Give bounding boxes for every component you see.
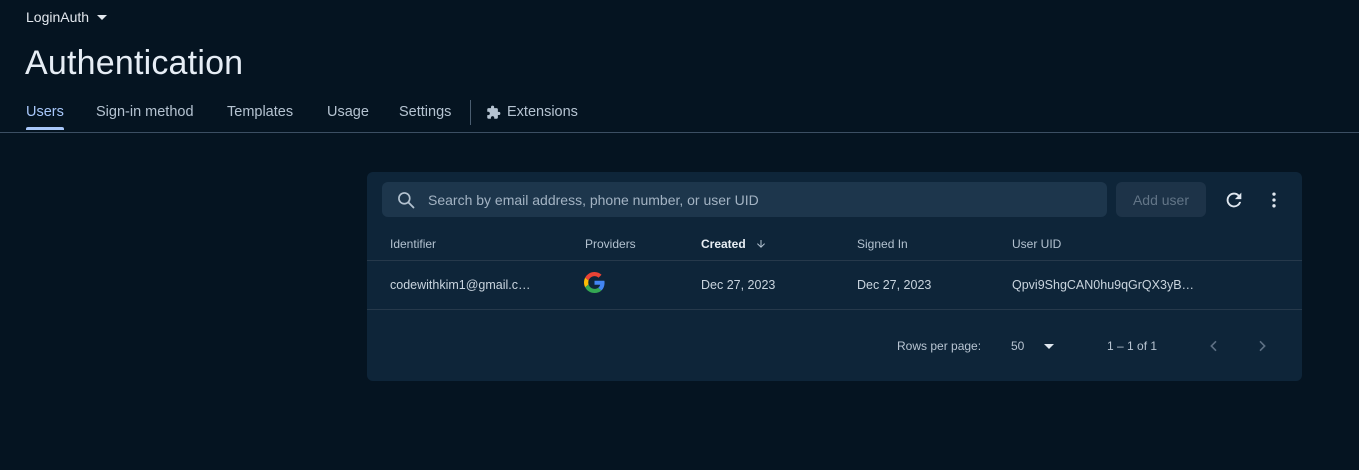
tab-users[interactable]: Users	[26, 104, 64, 120]
tab-extensions-label: Extensions	[507, 104, 578, 120]
next-page-button[interactable]	[1252, 336, 1272, 356]
more-options-button[interactable]	[1260, 186, 1288, 214]
add-user-button[interactable]: Add user	[1116, 182, 1206, 217]
tab-extensions[interactable]: Extensions	[486, 104, 578, 120]
tab-settings[interactable]: Settings	[399, 104, 451, 120]
column-providers[interactable]: Providers	[585, 237, 636, 251]
row-user-uid: Qpvi9ShgCAN0hu9qGrQX3yB…	[1012, 278, 1195, 292]
column-identifier[interactable]: Identifier	[390, 237, 436, 251]
tab-sign-in-method[interactable]: Sign-in method	[96, 104, 194, 120]
table-row[interactable]: codewithkim1@gmail.c… Dec 27, 2023 Dec 2…	[367, 261, 1302, 310]
column-user-uid[interactable]: User UID	[1012, 237, 1061, 251]
row-created: Dec 27, 2023	[701, 278, 776, 292]
tab-usage[interactable]: Usage	[327, 104, 369, 120]
caret-down-icon	[1044, 344, 1055, 349]
project-name: LoginAuth	[26, 9, 90, 25]
search-box[interactable]	[382, 182, 1107, 217]
table-header: Identifier Providers Created Signed In U…	[367, 228, 1302, 261]
arrow-down-icon	[756, 240, 765, 248]
refresh-button[interactable]	[1220, 186, 1248, 214]
auth-page: LoginAuth Authentication Users Sign-in m…	[0, 0, 1359, 470]
previous-page-button[interactable]	[1204, 336, 1224, 356]
project-selector[interactable]: LoginAuth	[26, 9, 108, 25]
search-input[interactable]	[426, 190, 1107, 209]
chevron-right-icon	[1259, 340, 1266, 352]
active-tab-indicator	[26, 127, 64, 130]
refresh-icon	[1226, 192, 1242, 208]
page-title: Authentication	[25, 44, 244, 82]
more-vert-icon	[1272, 192, 1276, 208]
column-created[interactable]: Created	[701, 237, 767, 251]
search-icon	[398, 191, 415, 208]
column-created-label: Created	[701, 237, 746, 251]
row-signed-in: Dec 27, 2023	[857, 278, 932, 292]
page-range: 1 – 1 of 1	[1107, 339, 1158, 353]
column-signed-in[interactable]: Signed In	[857, 237, 908, 251]
pagination: Rows per page: 50 1 – 1 of 1	[367, 310, 1302, 381]
rows-per-page-select[interactable]: 50	[1011, 339, 1055, 353]
tab-templates[interactable]: Templates	[227, 104, 293, 120]
google-icon	[584, 272, 605, 296]
chevron-left-icon	[1210, 340, 1217, 352]
tab-bar: Users Sign-in method Templates Usage Set…	[0, 98, 1359, 133]
caret-down-icon	[97, 15, 108, 20]
row-identifier: codewithkim1@gmail.c…	[390, 278, 531, 292]
users-card: Add user Identifier Providers Created Si	[367, 172, 1302, 381]
rows-per-page-label: Rows per page:	[897, 339, 982, 353]
tab-divider	[470, 100, 471, 125]
extensions-icon	[487, 105, 501, 119]
rows-per-page-value: 50	[1011, 339, 1025, 353]
